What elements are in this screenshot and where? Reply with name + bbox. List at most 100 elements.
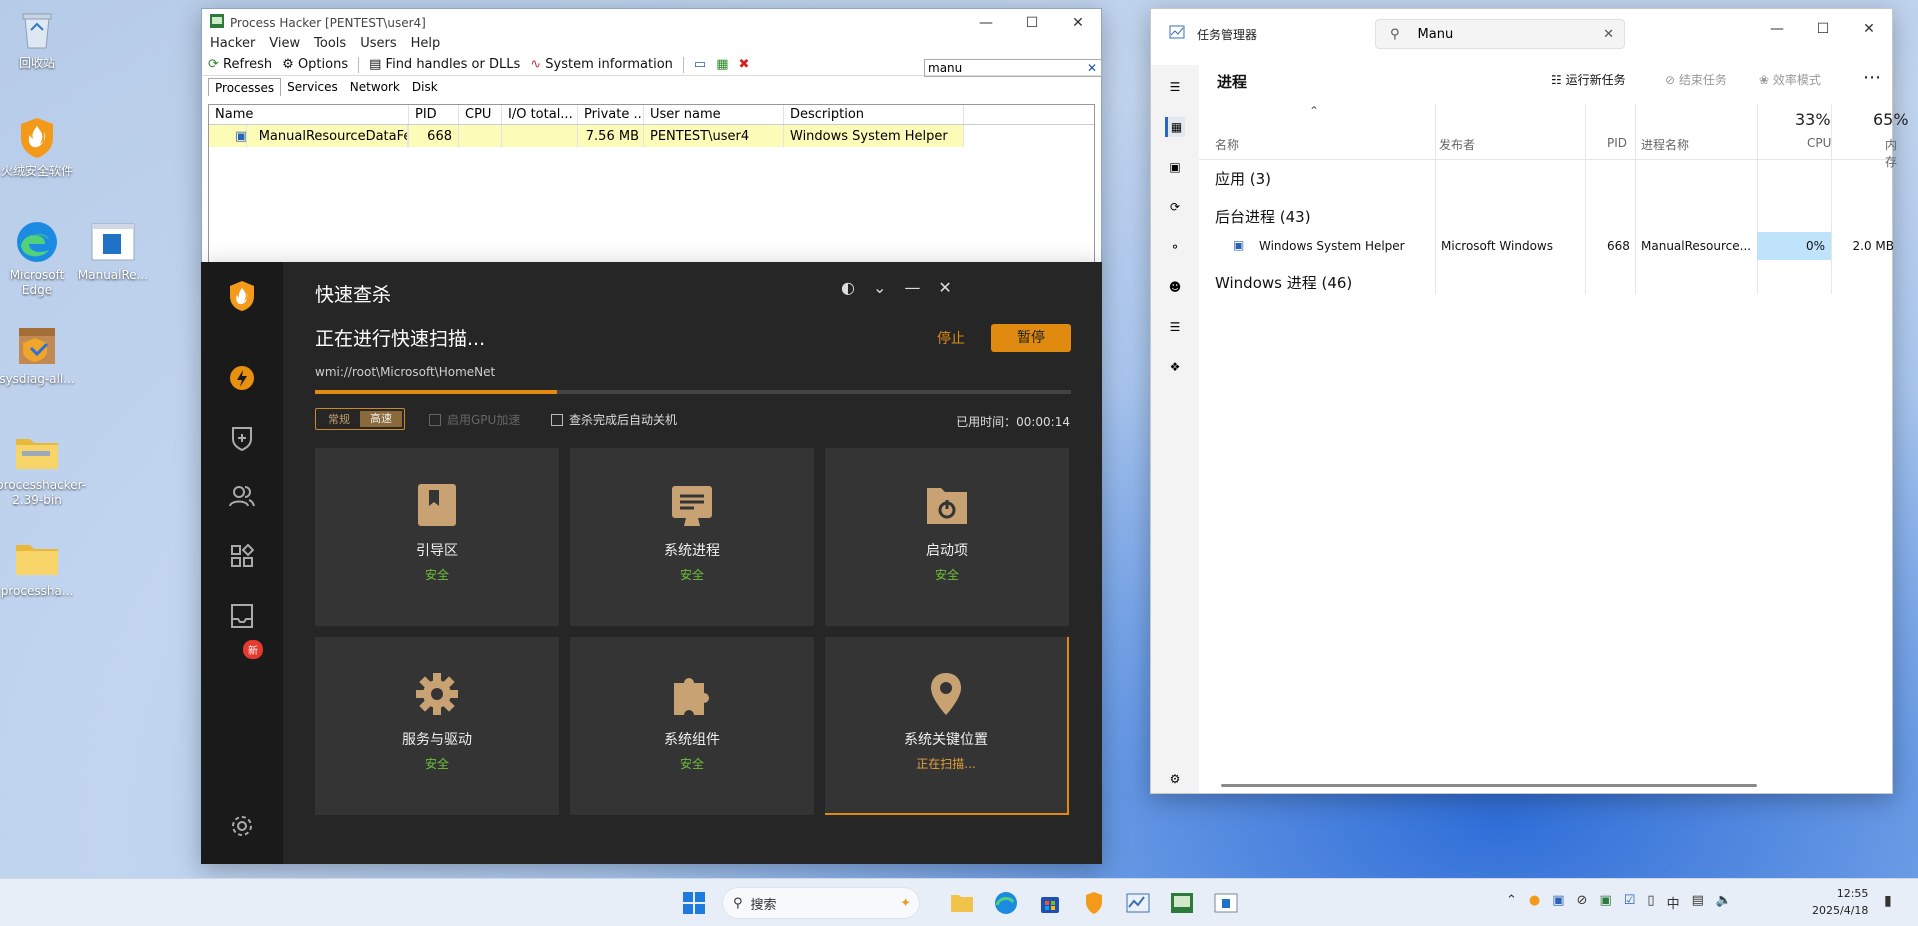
table-row[interactable]: ▣ Windows System Helper Microsoft Window… — [1199, 232, 1894, 260]
clock[interactable]: 12:55 2025/4/18 — [1812, 885, 1868, 919]
file-explorer-icon[interactable] — [948, 889, 976, 917]
col-io[interactable]: I/O total... — [502, 105, 578, 124]
efficiency-mode-button[interactable]: ❀ 效率模式 — [1759, 71, 1821, 88]
store-icon[interactable] — [1036, 889, 1064, 917]
col-pid[interactable]: PID — [1607, 136, 1627, 150]
col-pid[interactable]: PID — [409, 105, 459, 124]
minimize-button[interactable]: — — [904, 278, 920, 297]
nav-details-icon[interactable]: ☰ — [1165, 317, 1185, 337]
col-name[interactable]: Name — [209, 105, 409, 124]
window-find-icon[interactable]: ▦ — [716, 57, 728, 72]
menu-dropdown-icon[interactable]: ⌄ — [873, 278, 886, 297]
process-hacker-icon[interactable] — [1168, 889, 1196, 917]
nav-users-icon[interactable]: ☻ — [1165, 277, 1185, 297]
menu-users[interactable]: Users — [360, 36, 396, 54]
security-tray-icon[interactable]: ☑ — [1624, 893, 1636, 912]
sidebar-quick-scan[interactable] — [226, 362, 258, 394]
table-row[interactable]: ▣ ManualResourceDataFet... 668 7.56 MB PE… — [209, 125, 964, 147]
process-hacker-tray-icon[interactable]: ▣ — [1599, 893, 1611, 912]
col-cpu[interactable]: CPU — [459, 105, 502, 124]
group-background[interactable]: 后台进程 (43) — [1215, 206, 1311, 227]
tab-disk[interactable]: Disk — [406, 78, 444, 96]
find-handles-button[interactable]: ▤ Find handles or DLLs — [369, 57, 520, 72]
nav-startup-icon[interactable]: ⚬ — [1165, 237, 1185, 257]
desktop-icon-manualre[interactable]: ManualRe... — [72, 218, 154, 283]
pause-button[interactable]: 暂停 — [991, 324, 1071, 352]
menu-tools[interactable]: Tools — [314, 36, 346, 54]
col-publisher[interactable]: 发布者 — [1439, 136, 1475, 153]
mode-normal[interactable]: 常规 — [318, 411, 360, 427]
taskbar-search[interactable]: ⚲ 搜索 ✦ — [722, 887, 920, 919]
menu-help[interactable]: Help — [411, 36, 441, 54]
start-button[interactable] — [680, 889, 708, 917]
minimize-button[interactable]: — — [963, 9, 1009, 36]
more-options-icon[interactable]: ⋯ — [1863, 67, 1881, 88]
display-icon[interactable]: ▤ — [1692, 893, 1704, 912]
mode-fast[interactable]: 高速 — [360, 411, 402, 427]
sidebar-protection[interactable] — [226, 422, 258, 454]
tab-network[interactable]: Network — [344, 78, 406, 96]
terminate-icon[interactable]: ✖ — [739, 57, 750, 72]
speed-mode-toggle[interactable]: 常规 高速 — [315, 408, 405, 430]
desktop-icon-huorong[interactable]: 火绒安全软件 — [0, 114, 78, 179]
huorong-shield-icon[interactable] — [1080, 889, 1108, 917]
sidebar-messages[interactable] — [226, 600, 258, 632]
app-window-icon[interactable] — [1212, 889, 1240, 917]
system-information-button[interactable]: ∿ System information — [530, 57, 673, 72]
group-windows[interactable]: Windows 进程 (46) — [1215, 272, 1352, 293]
col-name[interactable]: 名称 — [1215, 136, 1239, 153]
battery-icon[interactable]: ▯ — [1647, 893, 1654, 912]
run-new-task-button[interactable]: ☷ 运行新任务 — [1551, 71, 1626, 88]
col-description[interactable]: Description — [784, 105, 964, 124]
gpu-checkbox[interactable]: 启用GPU加速 — [429, 411, 520, 428]
edge-icon[interactable] — [992, 889, 1020, 917]
auto-shutdown-checkbox[interactable]: 查杀完成后自动关机 — [551, 411, 677, 428]
search-input[interactable]: manu ✕ — [924, 59, 1102, 77]
close-button[interactable]: ✕ — [1055, 9, 1101, 36]
col-process-name[interactable]: 进程名称 — [1641, 136, 1689, 153]
window-icon[interactable]: ▭ — [694, 57, 706, 72]
col-cpu[interactable]: CPU — [1807, 136, 1831, 150]
hamburger-menu-icon[interactable]: ☰ — [1165, 77, 1185, 97]
search-box[interactable]: ⚲ Manu ✕ — [1375, 19, 1625, 49]
sidebar-users[interactable] — [226, 480, 258, 512]
options-button[interactable]: ⚙ Options — [282, 57, 348, 72]
volume-icon[interactable]: 🔈 — [1716, 893, 1732, 912]
notifications-icon[interactable]: ▮ — [1884, 893, 1892, 909]
show-hidden-icons-icon[interactable]: ⌃ — [1506, 893, 1517, 912]
maximize-button[interactable]: ☐ — [1009, 9, 1055, 36]
tab-processes[interactable]: Processes — [208, 78, 282, 96]
menu-hacker[interactable]: Hacker — [210, 36, 255, 54]
desktop-icon-edge[interactable]: Microsoft Edge — [0, 218, 78, 298]
horizontal-scrollbar[interactable] — [1221, 784, 1757, 787]
stop-button[interactable]: 停止 — [937, 328, 965, 348]
desktop-icon-processhacker-folder[interactable]: processhacker-2.39-bin — [0, 428, 86, 508]
app-tray-icon[interactable]: ▣ — [1552, 893, 1564, 912]
close-button[interactable]: ✕ — [1846, 15, 1892, 42]
minimize-button[interactable]: — — [1754, 15, 1800, 42]
desktop-icon-recycle-bin[interactable]: 回收站 — [0, 6, 78, 71]
task-manager-icon[interactable] — [1124, 889, 1152, 917]
nav-performance-icon[interactable]: ▣ — [1165, 157, 1185, 177]
refresh-button[interactable]: ⟳ Refresh — [208, 57, 272, 72]
group-apps[interactable]: 应用 (3) — [1215, 168, 1271, 189]
nav-processes-icon[interactable]: ▦ — [1165, 117, 1185, 137]
col-memory[interactable]: 内存 — [1885, 136, 1897, 170]
sidebar-tools[interactable] — [226, 540, 258, 572]
desktop-icon-sysdiag[interactable]: sysdiag-all... — [0, 322, 78, 387]
theme-toggle-icon[interactable]: ◐ — [841, 278, 855, 297]
ime-indicator[interactable]: 中 — [1667, 893, 1680, 912]
nav-app-history-icon[interactable]: ⟳ — [1165, 197, 1185, 217]
end-task-button[interactable]: ⊘ 结束任务 — [1665, 71, 1727, 88]
clear-search-icon[interactable]: ✕ — [1603, 27, 1614, 42]
huorong-tray-icon[interactable]: ● — [1529, 893, 1540, 912]
tab-services[interactable]: Services — [281, 78, 344, 96]
nav-settings-icon[interactable]: ⚙ — [1165, 769, 1185, 789]
desktop-icon-processha-folder[interactable]: processha... — [0, 534, 78, 599]
network-off-icon[interactable]: ⊘ — [1577, 893, 1588, 912]
clear-search-icon[interactable]: ✕ — [1087, 60, 1097, 76]
col-user[interactable]: User name — [644, 105, 784, 124]
maximize-button[interactable]: ☐ — [1800, 15, 1846, 42]
sidebar-settings[interactable] — [226, 810, 258, 842]
nav-services-icon[interactable]: ❖ — [1165, 357, 1185, 377]
